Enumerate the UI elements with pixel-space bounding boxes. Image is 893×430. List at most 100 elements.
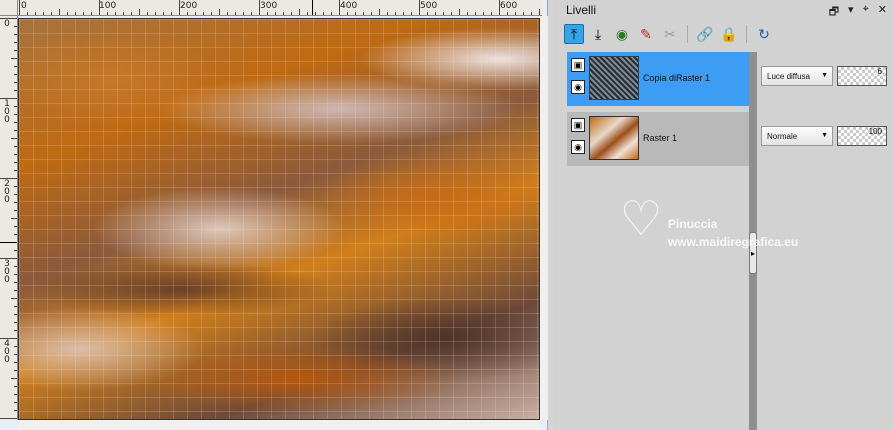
blend-mode-select[interactable]: Luce diffusa ▼ [761,66,833,86]
ruler-tick [467,12,468,15]
restore-icon[interactable]: 🗗 [829,3,839,22]
close-icon[interactable]: ✕ [878,3,887,22]
ruler-tick [83,12,84,15]
eye-icon[interactable]: ◉ [571,80,585,94]
visibility-toggle-icon[interactable]: ◉ [612,24,632,44]
ruler-tick [11,218,17,219]
opacity-field[interactable]: 100 [837,126,887,146]
ruler-tick [187,12,188,15]
ruler-tick [275,12,276,15]
layer-properties-row: Normale ▼ 100 [757,112,893,166]
ruler-tick [75,12,76,15]
ruler-tick [14,354,17,355]
ruler-tick [539,9,540,15]
ruler-tick [14,306,17,307]
blend-mode-select[interactable]: Normale ▼ [761,126,833,146]
ruler-tick [459,9,460,15]
ruler-tick [115,12,116,15]
ruler-tick [14,362,17,363]
ruler-tick [14,346,17,347]
palette-title: Livelli [566,3,597,17]
ruler-tick [14,34,17,35]
ruler-tick [14,74,17,75]
ruler-label: 100 [99,1,117,11]
ruler-tick [14,50,17,51]
ruler-tick [411,12,412,15]
ruler-tick [67,12,68,15]
pin-icon[interactable]: ⌖ [863,3,869,22]
ruler-tick [51,12,52,15]
layer-properties-row: Luce diffusa ▼ 6 [757,52,893,106]
layer-row[interactable]: ▣ ◉ Copia diRaster 1 [567,52,749,106]
ruler-tick [14,402,17,403]
vertical-scrollbar[interactable] [540,16,548,420]
ruler-tick [331,12,332,15]
ruler-tick [14,410,17,411]
ruler-tick [43,12,44,15]
ruler-tick [11,378,17,379]
ruler-tick [14,322,17,323]
ruler-tick [283,12,284,15]
ruler-tick [379,9,380,15]
canvas-grid-overlay [19,19,539,419]
layer-type-icon[interactable]: ▣ [571,118,585,132]
ruler-tick [14,386,17,387]
ruler-tick [14,210,17,211]
ruler-tick [147,12,148,15]
ruler-tick [14,274,17,275]
eye-icon[interactable]: ◉ [571,140,585,154]
vertical-ruler: 0 100 200 300 400 [0,16,18,420]
edit-layer-icon[interactable]: ✎ [636,24,656,44]
ruler-tick [35,12,36,15]
ruler-label: 600 [500,1,518,11]
layer-thumbnail [589,56,639,100]
ruler-label: 0 [4,19,10,29]
delete-layer-icon[interactable]: ✂ [660,24,680,44]
ruler-tick [14,170,17,171]
ruler-tick [0,418,17,419]
ruler-tick [475,12,476,15]
toolbar-separator [746,25,747,43]
ruler-tick [14,234,17,235]
horizontal-ruler: 0 100 200 300 400 500 600 [18,0,542,16]
ruler-tick [291,12,292,15]
reset-icon[interactable]: ↻ [754,24,774,44]
ruler-tick [435,12,436,15]
ruler-tick [123,12,124,15]
ruler-label: 400 [340,1,358,11]
lock-icon[interactable]: 🔒 [719,24,739,44]
layer-row[interactable]: ▣ ◉ Raster 1 [567,112,749,166]
ruler-tick [14,130,17,131]
link-icon[interactable]: 🔗 [695,24,715,44]
ruler-tick [523,12,524,15]
ruler-cursor-marker [312,0,313,15]
ruler-tick [14,194,17,195]
ruler-tick [163,12,164,15]
opacity-field[interactable]: 6 [837,66,887,86]
ruler-label: 300 [4,259,10,285]
ruler-tick [11,58,17,59]
ruler-tick [515,12,516,15]
ruler-tick [14,290,17,291]
menu-arrow-icon[interactable]: ▾ [848,3,854,22]
ruler-tick [14,314,17,315]
move-layer-up-icon[interactable]: ⤒ [564,24,584,44]
ruler-tick [27,12,28,15]
layer-type-icon[interactable]: ▣ [571,58,585,72]
ruler-tick [0,18,17,19]
ruler-tick [307,12,308,15]
ruler-tick [131,12,132,15]
ruler-tick [443,12,444,15]
watermark: ♡ Pinuccia www.maidiregrafica.eu [616,195,846,255]
ruler-tick [14,42,17,43]
ruler-tick [0,338,17,339]
layers-toolbar: ⤒ ⤓ ◉ ✎ ✂ 🔗 🔒 ↻ [564,24,774,44]
ruler-tick [14,266,17,267]
ruler-tick [323,12,324,15]
image-canvas[interactable] [18,18,540,420]
ruler-tick [14,186,17,187]
move-layer-down-icon[interactable]: ⤓ [588,24,608,44]
ruler-tick [14,122,17,123]
horizontal-scrollbar[interactable] [18,420,540,430]
ruler-tick [507,12,508,15]
